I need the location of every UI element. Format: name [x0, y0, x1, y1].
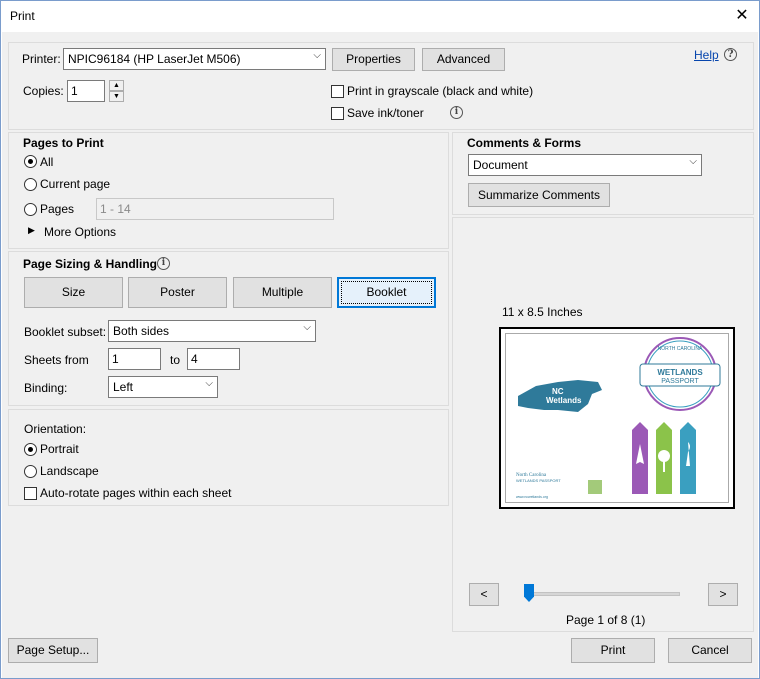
- paper-size-label: 11 x 8.5 Inches: [502, 305, 583, 319]
- copies-up-button[interactable]: ▲: [109, 80, 124, 91]
- printer-label: Printer:: [22, 52, 61, 66]
- page-status: Page 1 of 8 (1): [566, 613, 646, 627]
- save-ink-label: Save ink/toner: [347, 106, 424, 120]
- save-ink-info-icon[interactable]: i: [450, 106, 463, 119]
- help-question-icon[interactable]: ?: [724, 48, 737, 61]
- binding-value: Left: [113, 380, 134, 394]
- sheets-to-value: 4: [191, 352, 198, 366]
- sheets-from-value: 1: [112, 352, 119, 366]
- badge-sub-text: PASSPORT: [661, 378, 699, 385]
- footer-line2: WETLANDS PASSPORT: [516, 478, 561, 483]
- properties-button[interactable]: Properties: [332, 48, 415, 71]
- dialog-client: Printer: NPIC96184 (HP LaserJet M506) ⌵ …: [2, 32, 758, 678]
- prev-page-button[interactable]: <: [469, 583, 499, 606]
- booklet-subset-value: Both sides: [113, 324, 170, 338]
- orientation-panel: Orientation: Portrait Landscape Auto-rot…: [8, 409, 449, 506]
- page-slider-track[interactable]: [528, 592, 680, 596]
- cancel-button[interactable]: Cancel: [668, 638, 752, 663]
- booklet-button[interactable]: Booklet: [337, 277, 436, 308]
- comments-forms-panel: Comments & Forms Document ⌵ Summarize Co…: [452, 132, 754, 215]
- comments-forms-heading: Comments & Forms: [467, 136, 582, 150]
- comments-forms-select[interactable]: Document ⌵: [468, 154, 702, 176]
- pages-to-print-heading: Pages to Print: [23, 136, 104, 150]
- pages-range-input[interactable]: 1 - 14: [96, 198, 334, 220]
- page-sizing-panel: Page Sizing & Handling i Size Poster Mul…: [8, 251, 449, 406]
- printer-panel: Printer: NPIC96184 (HP LaserJet M506) ⌵ …: [8, 42, 754, 130]
- pages-range-value: 1 - 14: [100, 202, 131, 216]
- poster-button[interactable]: Poster: [128, 277, 227, 308]
- sheets-to-input[interactable]: 4: [187, 348, 240, 370]
- copies-down-button[interactable]: ▼: [109, 91, 124, 102]
- chevron-down-icon: ⌵: [313, 50, 321, 61]
- next-page-button[interactable]: >: [708, 583, 738, 606]
- page-slider-thumb[interactable]: [524, 584, 534, 602]
- map-label-nc: NC: [552, 387, 564, 396]
- save-ink-checkbox[interactable]: [331, 107, 344, 120]
- title-bar: Print ✕: [1, 1, 759, 32]
- more-options-toggle[interactable]: More Options: [44, 225, 116, 239]
- preview-page-content: NC Wetlands NORTH CAROLINA WETLANDS PASS…: [505, 333, 729, 503]
- binding-select[interactable]: Left ⌵: [108, 376, 218, 398]
- multiple-button[interactable]: Multiple: [233, 277, 332, 308]
- print-button[interactable]: Print: [571, 638, 655, 663]
- autorotate-checkbox[interactable]: [24, 487, 37, 500]
- page-setup-button[interactable]: Page Setup...: [8, 638, 98, 663]
- booklet-button-label: Booklet: [341, 281, 432, 304]
- summarize-comments-button[interactable]: Summarize Comments: [468, 183, 610, 207]
- page-preview: NC Wetlands NORTH CAROLINA WETLANDS PASS…: [499, 327, 735, 509]
- qr-code-icon: [588, 480, 602, 494]
- expand-triangle-icon[interactable]: ▶: [28, 225, 35, 236]
- grayscale-label: Print in grayscale (black and white): [347, 84, 534, 98]
- sheets-from-input[interactable]: 1: [108, 348, 161, 370]
- comments-forms-value: Document: [473, 158, 528, 172]
- booklet-subset-label: Booklet subset:: [24, 325, 107, 339]
- advanced-button[interactable]: Advanced: [422, 48, 505, 71]
- copies-label: Copies:: [23, 84, 64, 98]
- pages-all-label: All: [40, 155, 54, 169]
- sheets-from-label: Sheets from: [24, 353, 89, 367]
- close-icon[interactable]: ✕: [729, 4, 755, 28]
- autorotate-label: Auto-rotate pages within each sheet: [40, 486, 232, 500]
- help-link[interactable]: Help: [694, 48, 719, 62]
- page-sizing-info-icon[interactable]: i: [157, 257, 170, 270]
- tree-trunk-icon: [663, 460, 665, 472]
- badge-main-text: WETLANDS: [657, 368, 703, 377]
- printer-select-value: NPIC96184 (HP LaserJet M506): [68, 52, 241, 66]
- footer-url: www.ncwetlands.org: [516, 495, 548, 499]
- window-title: Print: [10, 9, 35, 23]
- portrait-label: Portrait: [40, 442, 79, 456]
- pages-current-label: Current page: [40, 177, 111, 191]
- binding-label: Binding:: [24, 381, 68, 395]
- size-button[interactable]: Size: [24, 277, 123, 308]
- chevron-down-icon: ⌵: [689, 156, 697, 167]
- chevron-down-icon: ⌵: [303, 322, 311, 333]
- copies-input[interactable]: 1: [67, 80, 105, 102]
- page-sizing-heading: Page Sizing & Handling: [23, 257, 158, 271]
- orientation-heading: Orientation:: [24, 422, 87, 436]
- pages-range-label: Pages: [40, 202, 75, 216]
- map-label-wetlands: Wetlands: [546, 396, 582, 405]
- document-preview-graphic: NC Wetlands NORTH CAROLINA WETLANDS PASS…: [516, 337, 721, 499]
- sheets-to-label: to: [170, 353, 181, 367]
- pages-current-radio[interactable]: [24, 178, 37, 191]
- printer-select[interactable]: NPIC96184 (HP LaserJet M506) ⌵: [63, 48, 326, 70]
- chevron-down-icon: ⌵: [205, 378, 213, 389]
- grayscale-checkbox[interactable]: [331, 85, 344, 98]
- pages-to-print-panel: Pages to Print All Current page Pages 1 …: [8, 132, 449, 249]
- copies-input-value: 1: [71, 84, 78, 98]
- portrait-radio[interactable]: [24, 443, 37, 456]
- landscape-label: Landscape: [40, 464, 99, 478]
- landscape-radio[interactable]: [24, 465, 37, 478]
- badge-top-text: NORTH CAROLINA: [658, 346, 703, 352]
- pages-range-radio[interactable]: [24, 203, 37, 216]
- pages-all-radio[interactable]: [24, 155, 37, 168]
- print-dialog: Print ✕ Printer: NPIC96184 (HP LaserJet …: [0, 0, 760, 679]
- booklet-subset-select[interactable]: Both sides ⌵: [108, 320, 316, 342]
- preview-panel: 11 x 8.5 Inches NC Wetlands NORTH CAROLI…: [452, 217, 754, 632]
